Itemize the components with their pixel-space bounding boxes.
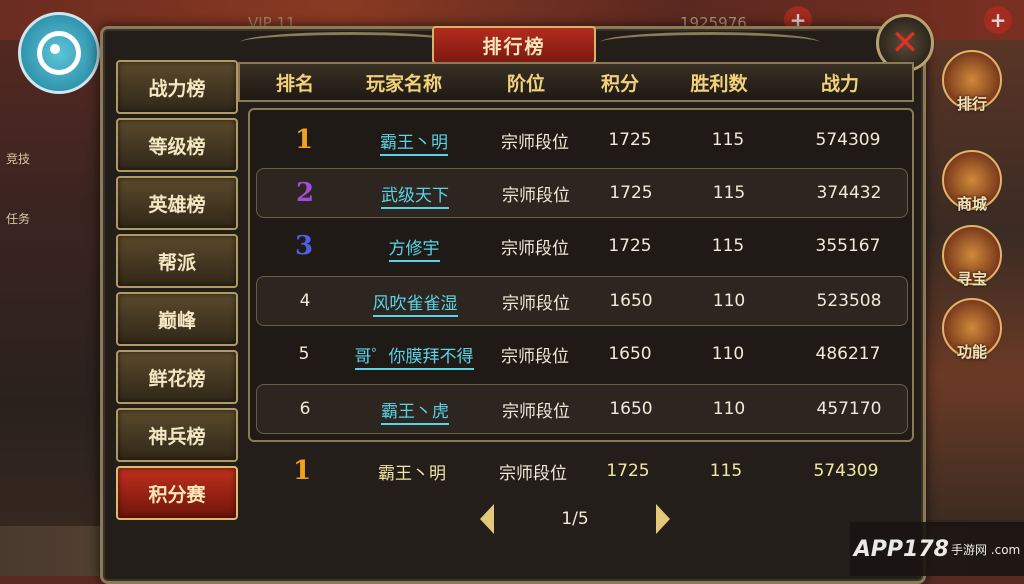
next-page-arrow-icon[interactable] xyxy=(655,504,670,534)
score-cell: 1725 xyxy=(608,236,652,256)
watermark-brand: APP178 xyxy=(853,536,949,562)
score-cell: 1725 xyxy=(609,183,653,203)
header-player: 玩家名称 xyxy=(365,72,442,95)
bg-label-arena: 竞技 xyxy=(6,152,31,166)
my-rank-row: 1 霸王丶明 宗师段位 1725 115 574309 xyxy=(254,446,904,496)
tab-flower-ranking[interactable]: 鲜花榜 xyxy=(116,350,238,404)
power-cell: 486217 xyxy=(815,344,881,364)
watermark-suffix: 手游网 .com xyxy=(950,542,1021,557)
my-wins: 115 xyxy=(709,461,743,481)
header-rank: 排名 xyxy=(275,72,314,95)
side-shop-button[interactable]: 商城 xyxy=(942,150,1002,213)
tier-cell: 宗师段位 xyxy=(502,293,570,314)
player-name-link[interactable]: 武级天下 xyxy=(381,185,449,209)
table-row[interactable]: 1 霸王丶明 宗师段位 1725 115 574309 xyxy=(256,116,906,164)
wins-cell: 115 xyxy=(711,130,745,150)
score-cell: 1650 xyxy=(609,399,653,419)
bg-label-task: 任务 xyxy=(6,212,31,226)
power-cell: 355167 xyxy=(815,236,881,256)
power-cell: 523508 xyxy=(816,291,882,311)
player-name-link[interactable]: 方修宇 xyxy=(388,238,440,262)
table-row[interactable]: 3 方修宇 宗师段位 1725 115 355167 xyxy=(256,222,906,270)
side-treasure-button[interactable]: 寻宝 xyxy=(942,225,1002,288)
page-indicator: 1/5 xyxy=(561,509,589,529)
tier-cell: 宗师段位 xyxy=(501,238,569,259)
power-cell: 574309 xyxy=(815,130,881,150)
power-cell: 374432 xyxy=(816,183,882,203)
score-cell: 1725 xyxy=(608,130,652,150)
wins-cell: 110 xyxy=(711,344,745,364)
wins-cell: 115 xyxy=(711,236,745,256)
tier-cell: 宗师段位 xyxy=(502,401,570,422)
tier-cell: 宗师段位 xyxy=(501,132,569,153)
tab-peak[interactable]: 巅峰 xyxy=(116,292,238,346)
my-score: 1725 xyxy=(606,461,650,481)
pagination: 1/5 xyxy=(480,500,670,538)
rank-number: 4 xyxy=(299,291,311,311)
player-avatar-button[interactable] xyxy=(18,12,100,94)
side-function-button[interactable]: 功能 xyxy=(942,298,1002,361)
table-row[interactable]: 4 风吹雀雀湿 宗师段位 1650 110 523508 xyxy=(256,276,908,326)
power-cell: 457170 xyxy=(816,399,882,419)
table-row[interactable]: 6 霸王丶虎 宗师段位 1650 110 457170 xyxy=(256,384,908,434)
rank-number: 2 xyxy=(295,178,315,208)
site-watermark: APP178 手游网 .com xyxy=(850,522,1024,576)
rank-number: 1 xyxy=(294,125,314,155)
rank-number: 3 xyxy=(294,231,314,261)
panel-title: 排行榜 xyxy=(432,26,596,64)
avatar-icon xyxy=(37,31,81,75)
ranking-table: 1 霸王丶明 宗师段位 1725 115 574309 2 武级天下 宗师段位 … xyxy=(248,108,914,442)
wins-cell: 110 xyxy=(712,399,746,419)
prev-page-arrow-icon[interactable] xyxy=(480,504,494,534)
tab-level-ranking[interactable]: 等级榜 xyxy=(116,118,238,172)
score-cell: 1650 xyxy=(608,344,652,364)
header-tier: 阶位 xyxy=(506,72,545,95)
score-cell: 1650 xyxy=(609,291,653,311)
tab-weapon-ranking[interactable]: 神兵榜 xyxy=(116,408,238,462)
header-score: 积分 xyxy=(600,72,639,95)
rank-number: 6 xyxy=(299,399,311,419)
my-power: 574309 xyxy=(813,461,879,481)
tab-power-ranking[interactable]: 战力榜 xyxy=(116,60,238,114)
my-player-name: 霸王丶明 xyxy=(378,463,446,484)
header-power: 战力 xyxy=(820,72,859,95)
tab-guild[interactable]: 帮派 xyxy=(116,234,238,288)
table-header: 排名 玩家名称 阶位 积分 胜利数 战力 xyxy=(238,62,914,102)
tab-points-match[interactable]: 积分赛 xyxy=(116,466,238,520)
my-rank-number: 1 xyxy=(292,456,312,486)
my-tier: 宗师段位 xyxy=(499,463,567,484)
tier-cell: 宗师段位 xyxy=(502,185,570,206)
player-name-link[interactable]: 霸王丶虎 xyxy=(381,401,449,425)
title-ornament-right xyxy=(600,32,820,53)
close-x-icon: ✕ xyxy=(890,23,920,63)
header-wins: 胜利数 xyxy=(690,72,748,95)
rank-number: 5 xyxy=(298,344,310,364)
add-currency-button[interactable]: + xyxy=(984,6,1012,34)
tier-cell: 宗师段位 xyxy=(501,346,569,367)
player-name-link[interactable]: 霸王丶明 xyxy=(380,132,448,156)
player-name-link[interactable]: 风吹雀雀湿 xyxy=(372,293,458,317)
tab-hero-ranking[interactable]: 英雄榜 xyxy=(116,176,238,230)
table-row[interactable]: 2 武级天下 宗师段位 1725 115 374432 xyxy=(256,168,908,218)
wins-cell: 110 xyxy=(712,291,746,311)
title-ornament-left xyxy=(240,32,460,53)
table-row[interactable]: 5 哥゜你膜拜不得 宗师段位 1650 110 486217 xyxy=(256,330,906,378)
side-ranking-button[interactable]: 排行 xyxy=(942,50,1002,113)
player-name-link[interactable]: 哥゜你膜拜不得 xyxy=(354,346,474,370)
wins-cell: 115 xyxy=(712,183,746,203)
